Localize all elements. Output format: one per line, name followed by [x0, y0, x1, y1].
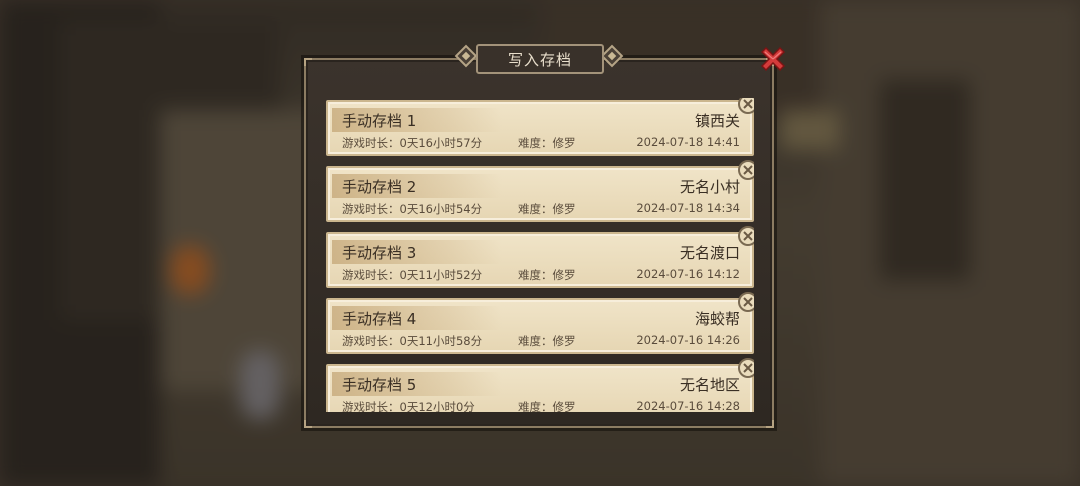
- close-button[interactable]: [756, 44, 790, 78]
- slot-location: 无名小村: [679, 178, 740, 196]
- slot-playtime: 游戏时长：0天16小时54分: [342, 202, 483, 216]
- slot-difficulty: 难度：修罗: [518, 136, 576, 150]
- delete-slot-button[interactable]: [738, 160, 754, 180]
- delete-x-icon: [743, 297, 753, 307]
- save-slot-5[interactable]: 手动存档 5 无名地区 游戏时长：0天12小时0分 难度：修罗 2024-07-…: [326, 358, 754, 412]
- slot-name: 手动存档 5: [342, 376, 417, 394]
- delete-slot-button[interactable]: [738, 98, 754, 114]
- slot-difficulty: 难度：修罗: [518, 268, 576, 282]
- slot-playtime: 游戏时长：0天12小时0分: [342, 400, 475, 412]
- slot-datetime: 2024-07-18 14:41: [636, 135, 740, 149]
- slot-datetime: 2024-07-16 14:28: [636, 399, 740, 412]
- delete-x-icon: [743, 99, 753, 109]
- slot-playtime: 游戏时长：0天11小时52分: [342, 268, 483, 282]
- close-x-icon: [760, 46, 786, 72]
- save-slot-list: 手动存档 1 镇西关 游戏时长：0天16小时57分 难度：修罗 2024-07-…: [326, 98, 754, 412]
- slot-name: 手动存档 2: [342, 178, 417, 196]
- delete-x-icon: [743, 165, 753, 175]
- slot-location: 无名渡口: [679, 244, 740, 262]
- slot-datetime: 2024-07-16 14:26: [636, 333, 740, 347]
- slot-datetime: 2024-07-18 14:34: [636, 201, 740, 215]
- delete-slot-button[interactable]: [738, 358, 754, 378]
- slot-location: 无名地区: [679, 376, 740, 394]
- slot-datetime: 2024-07-16 14:12: [636, 267, 740, 281]
- slot-location: 海蛟帮: [694, 310, 740, 328]
- delete-x-icon: [743, 231, 753, 241]
- slot-difficulty: 难度：修罗: [518, 400, 576, 412]
- delete-x-icon: [743, 363, 753, 373]
- save-slot-1[interactable]: 手动存档 1 镇西关 游戏时长：0天16小时57分 难度：修罗 2024-07-…: [326, 98, 754, 156]
- delete-slot-button[interactable]: [738, 226, 754, 246]
- slot-playtime: 游戏时长：0天11小时58分: [342, 334, 483, 348]
- slot-difficulty: 难度：修罗: [518, 334, 576, 348]
- dialog-title: 写入存档: [476, 44, 604, 74]
- slot-name: 手动存档 1: [342, 112, 417, 130]
- save-slot-4[interactable]: 手动存档 4 海蛟帮 游戏时长：0天11小时58分 难度：修罗 2024-07-…: [326, 292, 754, 354]
- slot-name: 手动存档 3: [342, 244, 417, 262]
- slot-location: 镇西关: [694, 112, 740, 130]
- save-slot-2[interactable]: 手动存档 2 无名小村 游戏时长：0天16小时54分 难度：修罗 2024-07…: [326, 160, 754, 222]
- slot-name: 手动存档 4: [342, 310, 417, 328]
- slot-playtime: 游戏时长：0天16小时57分: [342, 136, 483, 150]
- save-slot-3[interactable]: 手动存档 3 无名渡口 游戏时长：0天11小时52分 难度：修罗 2024-07…: [326, 226, 754, 288]
- slot-difficulty: 难度：修罗: [518, 202, 576, 216]
- delete-slot-button[interactable]: [738, 292, 754, 312]
